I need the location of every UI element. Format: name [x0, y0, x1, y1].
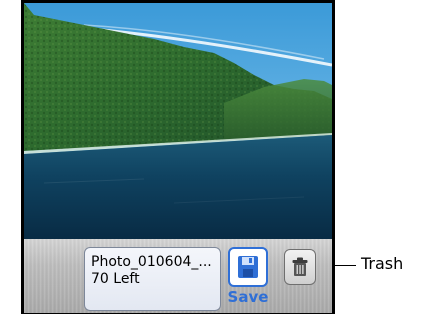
floppy-disk-icon	[238, 256, 258, 278]
photo-control-bar: Photo_010604_... 70 Left Save	[24, 239, 332, 313]
save-label: Save	[227, 288, 269, 306]
trash-button[interactable]	[284, 249, 316, 285]
save-button[interactable]	[228, 247, 268, 287]
trash-callout-line	[334, 265, 356, 266]
save-group: Save	[228, 247, 268, 311]
landscape-photo	[24, 3, 332, 239]
photos-remaining: 70 Left	[91, 271, 140, 287]
photo-info-panel: Photo_010604_... 70 Left	[84, 247, 221, 311]
trash-can-icon	[292, 257, 308, 276]
photo-filename: Photo_010604_...	[91, 254, 212, 270]
photo-preview	[24, 3, 332, 239]
device-screen: Photo_010604_... 70 Left Save	[21, 0, 335, 314]
trash-callout-label: Trash	[361, 254, 404, 273]
